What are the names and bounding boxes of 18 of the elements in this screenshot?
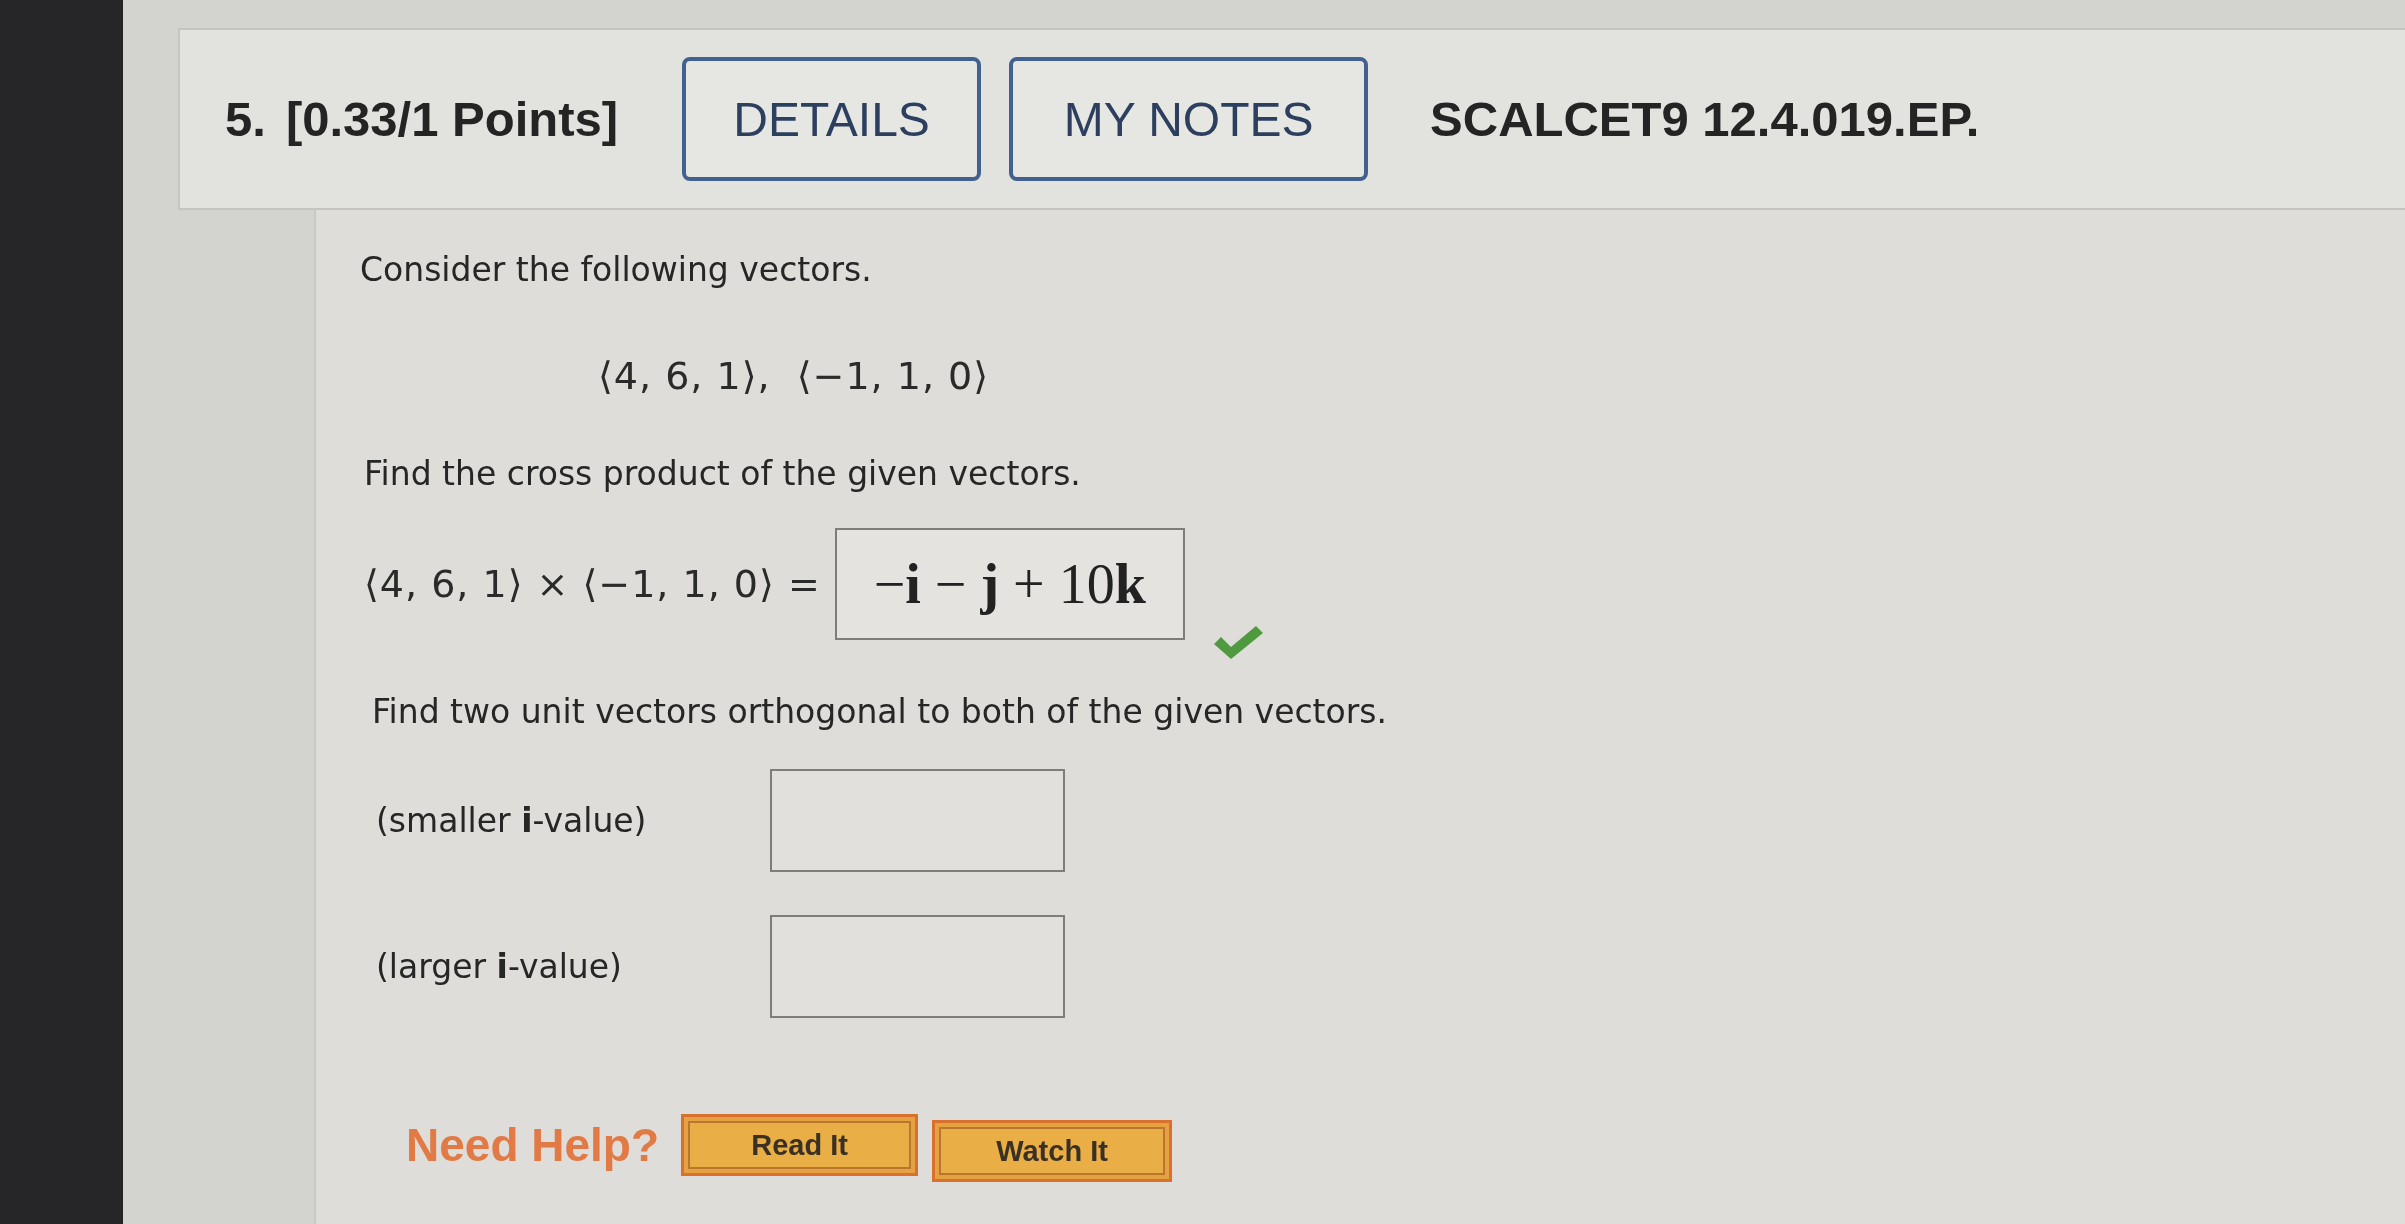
question-number: 5. bbox=[225, 91, 266, 147]
answer-label: (larger i-value) bbox=[376, 946, 623, 987]
vectors-text: ⟨4, 6, 1⟩, ⟨−1, 1, 0⟩ bbox=[598, 353, 990, 400]
points-label: [0.33/1 Points] bbox=[285, 91, 619, 147]
answer-field[interactable] bbox=[770, 915, 1065, 1018]
problem-code: SCALCET9 12.4.019.EP. bbox=[1430, 91, 1980, 147]
equation-text: ⟨4, 6, 1⟩ × ⟨−1, 1, 0⟩ = bbox=[364, 561, 821, 608]
help-button[interactable]: Read It bbox=[681, 1114, 919, 1176]
header-button[interactable]: MY NOTES bbox=[1009, 57, 1369, 181]
question-text: Find two unit vectors orthogonal to both of the given vectors. bbox=[372, 692, 1387, 732]
question-text: Consider the following vectors. bbox=[360, 250, 872, 290]
answer-label: (smaller i-value) bbox=[376, 800, 648, 841]
question-text: Find the cross product of the given vectors. bbox=[364, 454, 1081, 494]
answer-field[interactable]: −i − j + 10k bbox=[834, 528, 1185, 640]
help-button[interactable]: Watch It bbox=[932, 1120, 1173, 1182]
need-help-label: Need Help? bbox=[406, 1118, 660, 1172]
header-button[interactable]: DETAILS bbox=[682, 57, 982, 181]
answer-field[interactable] bbox=[770, 769, 1065, 872]
